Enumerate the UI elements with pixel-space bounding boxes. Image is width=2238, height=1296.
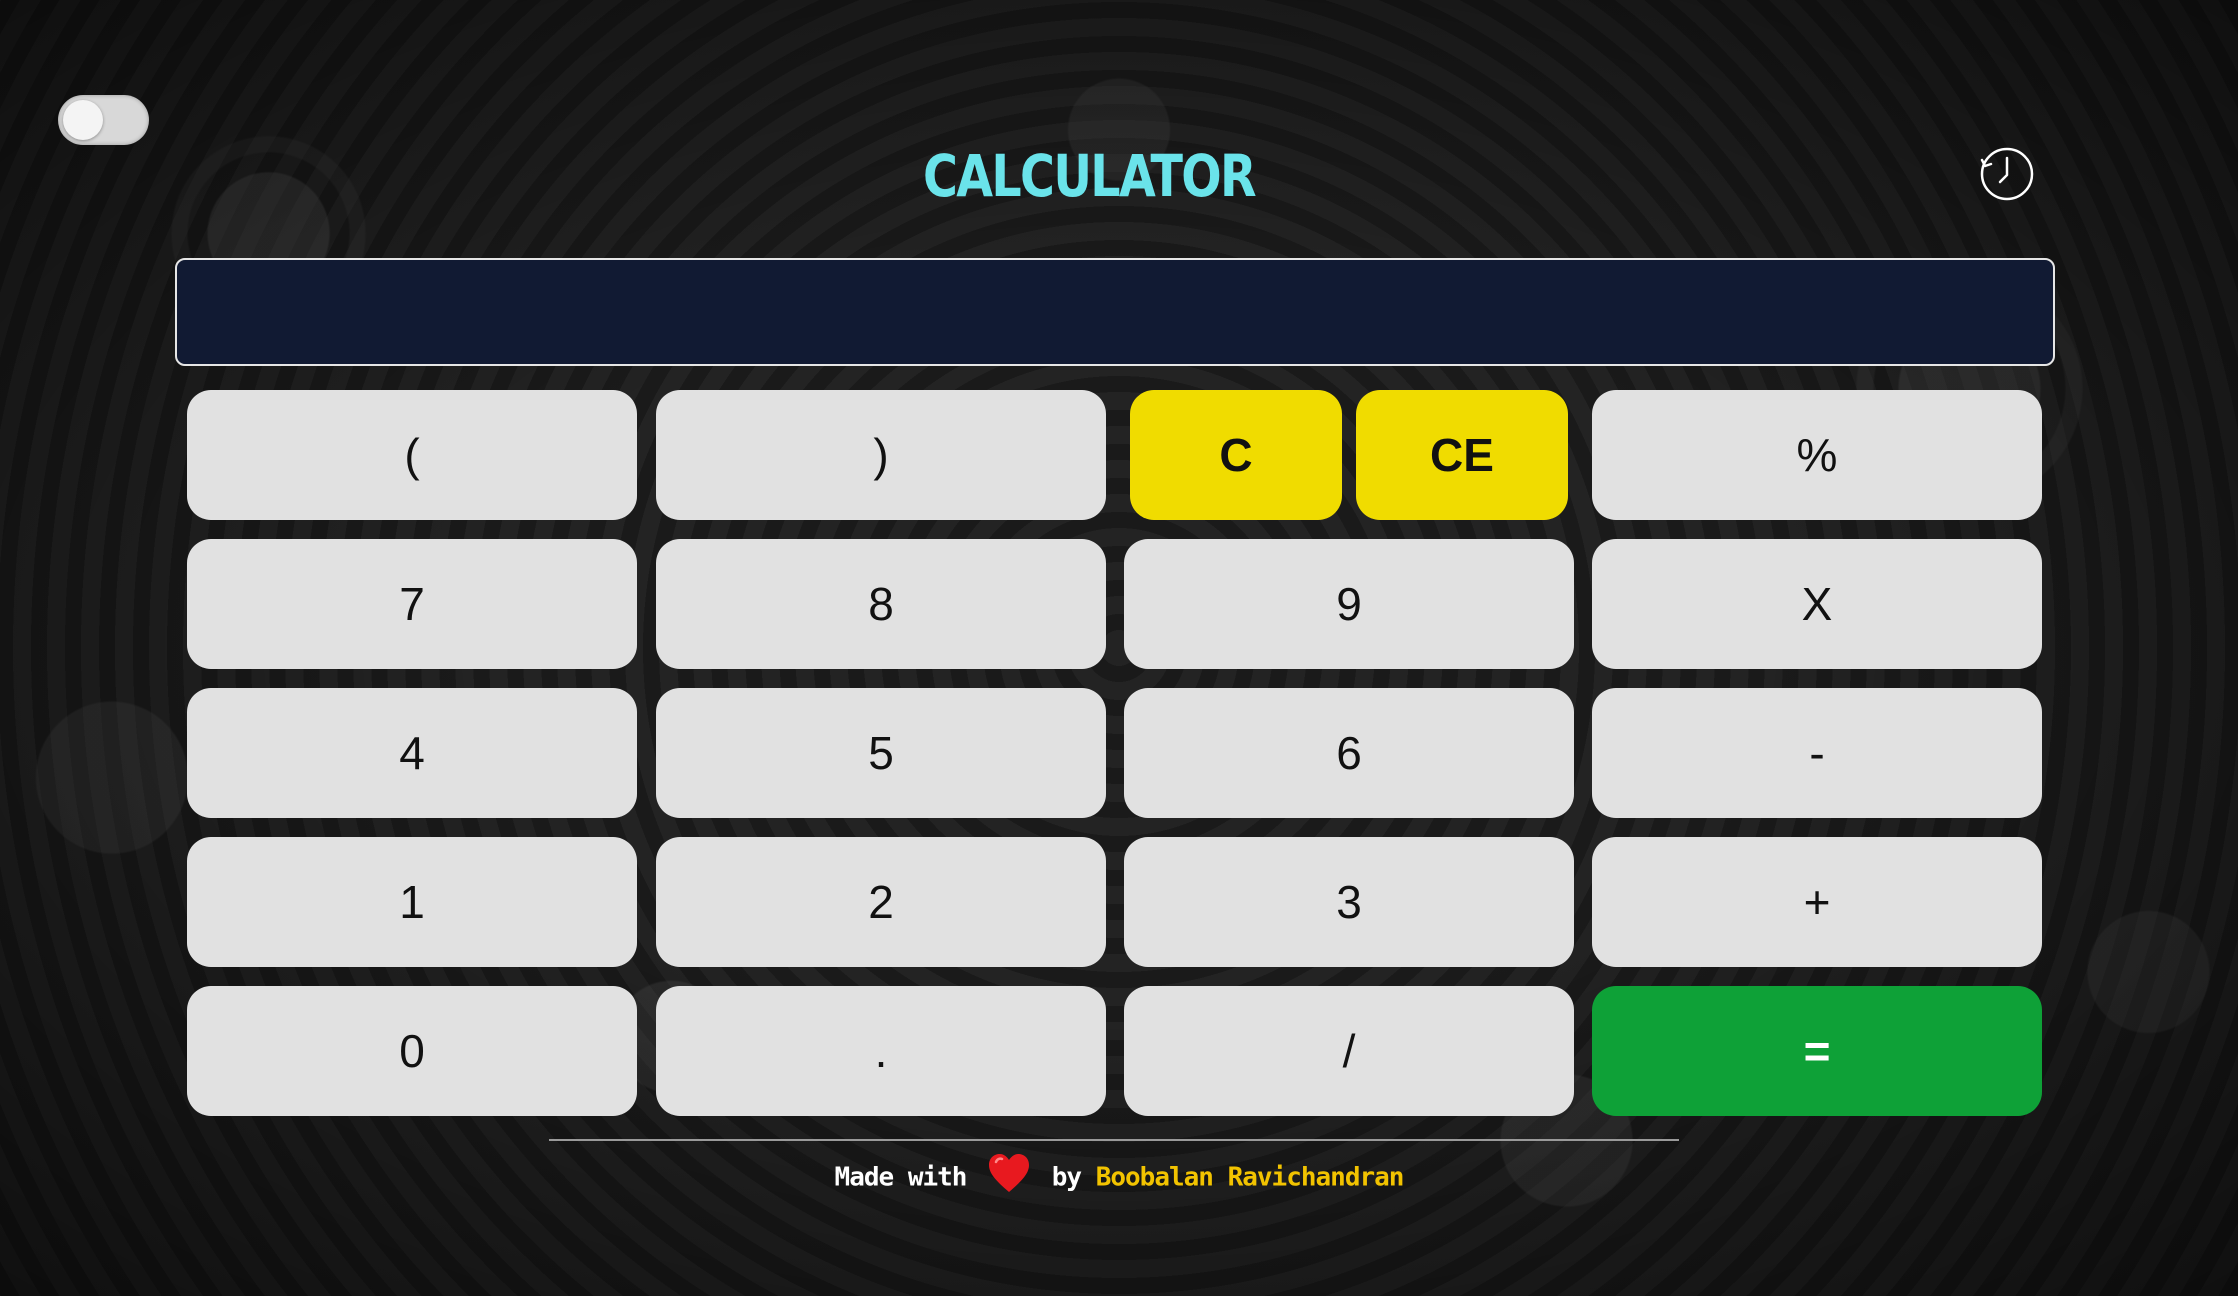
key-digit-8-button[interactable]: 8	[656, 539, 1106, 669]
key-digit-3-button[interactable]: 3	[1124, 837, 1574, 967]
footer-made-with: Made with	[834, 1162, 968, 1193]
key-divide-button[interactable]: /	[1124, 986, 1574, 1116]
key-add-button[interactable]: +	[1592, 837, 2042, 967]
key-percent-button[interactable]: %	[1592, 390, 2042, 520]
key-clear-button[interactable]: C	[1130, 390, 1342, 520]
theme-toggle[interactable]	[58, 95, 149, 145]
key-digit-6-button[interactable]: 6	[1124, 688, 1574, 818]
key-digit-2-button[interactable]: 2	[656, 837, 1106, 967]
key-open-paren-button[interactable]: (	[187, 390, 637, 520]
page-title: CALCULATOR	[922, 142, 1257, 210]
toggle-knob	[63, 100, 103, 140]
key-subtract-button[interactable]: -	[1592, 688, 2042, 818]
footer-divider	[549, 1139, 1679, 1141]
key-decimal-button[interactable]: .	[656, 986, 1106, 1116]
key-equals-button[interactable]: =	[1592, 986, 2042, 1116]
key-digit-7-button[interactable]: 7	[187, 539, 637, 669]
key-digit-0-button[interactable]: 0	[187, 986, 637, 1116]
key-digit-1-button[interactable]: 1	[187, 837, 637, 967]
key-close-paren-button[interactable]: )	[656, 390, 1106, 520]
clock-icon	[1980, 147, 2034, 201]
calculator-display[interactable]	[175, 258, 2055, 366]
key-digit-9-button[interactable]: 9	[1124, 539, 1574, 669]
footer: Made with by Boobalan Ravichandran	[0, 1154, 2238, 1196]
footer-author[interactable]: Boobalan Ravichandran	[1096, 1163, 1405, 1193]
history-button[interactable]	[1979, 146, 2035, 202]
key-digit-4-button[interactable]: 4	[187, 688, 637, 818]
key-digit-5-button[interactable]: 5	[656, 688, 1106, 818]
key-clear-entry-button[interactable]: CE	[1356, 390, 1568, 520]
heart-icon	[989, 1154, 1030, 1192]
key-multiply-button[interactable]: X	[1592, 539, 2042, 669]
footer-by: by	[1051, 1162, 1082, 1193]
